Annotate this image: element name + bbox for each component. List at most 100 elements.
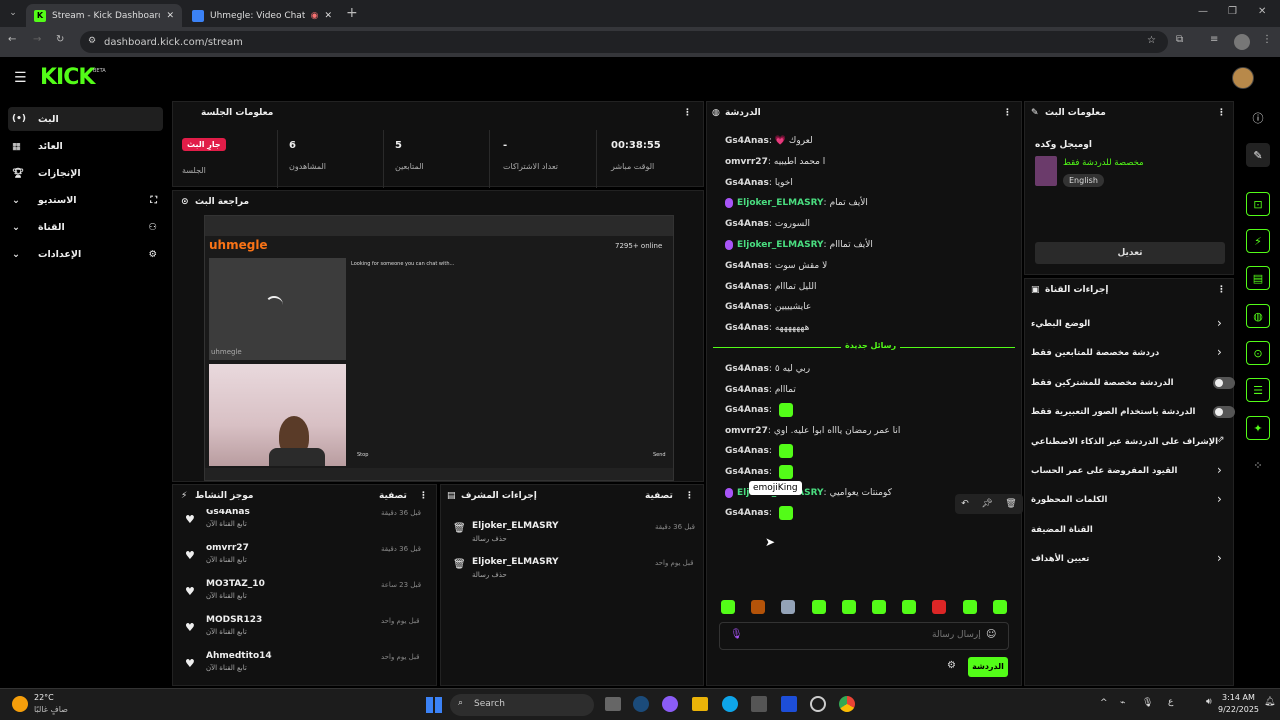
chat-input[interactable]: 🎙︎ إرسال رسالة ☺ <box>719 622 1009 650</box>
channel-action-row[interactable]: القيود المفروضة على عمر الحساب <box>1031 460 1219 482</box>
kick-logo[interactable]: KICK <box>40 65 95 90</box>
more-icon[interactable]: ⋮ <box>419 491 428 501</box>
quick-emote-icon[interactable] <box>992 600 1007 614</box>
sidebar-item-achievements[interactable]: 🏆︎ الإنجازات <box>8 161 163 185</box>
maximize-icon[interactable]: ❐ <box>1228 6 1237 17</box>
tab-kick-dashboard[interactable]: K Stream - Kick Dashboard ✕ <box>26 4 182 27</box>
minimize-icon[interactable]: — <box>1198 6 1208 17</box>
new-tab-icon[interactable]: + <box>346 5 358 21</box>
channel-action-row[interactable]: الإشراف على الدردشة عبر الذكاء الاصطناعي <box>1031 431 1219 453</box>
chat-username[interactable]: omvrr27 <box>725 157 768 167</box>
chat-message[interactable]: Gs4Anas: السوروت <box>725 216 810 232</box>
notification-icon[interactable]: 🔔︎ <box>1264 697 1275 707</box>
layout-icon[interactable]: ☰ <box>1246 378 1270 402</box>
more-icon[interactable]: ⋮ <box>685 491 694 501</box>
pin-icon[interactable]: 📌︎ <box>981 499 992 509</box>
obs-icon[interactable] <box>810 696 826 712</box>
clock-date[interactable]: 9/22/2025 <box>1218 705 1259 714</box>
more-icon[interactable]: ⋮ <box>1217 108 1226 118</box>
activity-user[interactable]: Gs4Anas <box>206 509 250 517</box>
quick-emote-icon[interactable] <box>751 600 766 614</box>
document-icon[interactable]: ▤ <box>1246 266 1270 290</box>
filter-button[interactable]: تصفية <box>379 491 407 501</box>
chat-message[interactable]: Gs4Anas: تمااام <box>725 382 796 398</box>
toggle-switch[interactable] <box>1213 406 1235 419</box>
channel-action-row[interactable]: الدردشة باستخدام الصور التعبيرية فقط <box>1031 401 1219 423</box>
chat-username[interactable]: Gs4Anas <box>725 178 769 188</box>
chrome-icon[interactable] <box>839 696 855 712</box>
chat-username[interactable]: Gs4Anas <box>725 323 769 333</box>
sidebar-item-channel[interactable]: ⌄ القناة ⚇ <box>8 215 163 239</box>
stream-video[interactable]: uhmegle 7295+ online uhmegle Looking for… <box>204 215 674 481</box>
volume-icon[interactable]: 🔊︎ <box>1206 697 1212 707</box>
more-menu-icon[interactable]: ⋮ <box>1262 34 1272 45</box>
chevron-right-icon[interactable]: › <box>1217 463 1222 477</box>
category-name[interactable]: مخصصة للدردشة فقط <box>1063 158 1144 168</box>
address-bar[interactable]: ⚙ dashboard.kick.com/stream ☆ <box>80 31 1168 53</box>
activity-user[interactable]: omvrr27 <box>206 543 249 553</box>
quick-emote-icon[interactable] <box>721 600 735 614</box>
chevron-right-icon[interactable]: › <box>1217 551 1222 565</box>
chat-message[interactable]: Gs4Anas: <box>725 443 793 459</box>
wrench-icon[interactable]: ✦ <box>1246 416 1270 440</box>
mod-user[interactable]: Eljoker_ELMASRY <box>472 521 559 531</box>
chat-message[interactable]: omvrr27: ا محمد اطيبيه <box>725 154 825 170</box>
chat-username[interactable]: Gs4Anas <box>725 405 769 415</box>
profile-avatar[interactable] <box>1234 34 1250 50</box>
more-icon[interactable]: ⋮ <box>683 108 692 118</box>
weather-icon[interactable] <box>12 696 28 712</box>
quick-emote-icon[interactable] <box>932 600 947 614</box>
file-explorer-icon[interactable] <box>692 697 708 711</box>
site-info-icon[interactable]: ⚙ <box>88 36 96 46</box>
user-avatar[interactable] <box>1232 67 1254 89</box>
input-language[interactable]: ع <box>1168 697 1173 707</box>
chat-message[interactable]: Gs4Anas: ربي ليه ٥ <box>725 361 810 377</box>
chat-message[interactable]: Eljoker_ELMASRY: الأيف تمااام <box>725 237 873 253</box>
quick-emote-icon[interactable] <box>781 600 796 614</box>
quick-emote-icon[interactable] <box>841 600 856 614</box>
chat-username[interactable]: Gs4Anas <box>725 446 769 456</box>
back-icon[interactable]: ← <box>8 34 16 45</box>
mod-user[interactable]: Eljoker_ELMASRY <box>472 557 559 567</box>
close-icon[interactable]: ✕ <box>324 11 332 21</box>
tray-chevron-icon[interactable]: ^ <box>1100 698 1108 708</box>
copilot-icon[interactable] <box>662 696 678 712</box>
taskbar-search[interactable]: ⌕ Search <box>450 694 594 716</box>
quick-emote-icon[interactable] <box>902 600 917 614</box>
tab-uhmegle[interactable]: Uhmegle: Video Chat | Ome ◉ ✕ <box>184 4 340 27</box>
pencil-icon[interactable]: ✎ <box>1246 143 1270 167</box>
chat-message[interactable]: Gs4Anas: اخويا <box>725 175 793 191</box>
clock-time[interactable]: 3:14 AM <box>1222 693 1255 702</box>
chat-username[interactable]: Eljoker_ELMASRY <box>737 198 824 208</box>
chat-message[interactable]: Gs4Anas: لا مقش سوت <box>725 258 827 274</box>
channel-action-row[interactable]: الدردشة مخصصة للمشتركين فقط <box>1031 372 1219 394</box>
windows-start-icon[interactable] <box>426 697 442 713</box>
chat-message[interactable]: Gs4Anas: الليل تمااام <box>725 279 817 295</box>
sidebar-item-revenue[interactable]: ▦ العائد <box>8 134 163 158</box>
chat-message[interactable]: Gs4Anas: <box>725 505 793 521</box>
chat-message[interactable]: Gs4Anas: <box>725 464 793 480</box>
store-icon[interactable] <box>751 696 767 712</box>
forward-icon[interactable]: → <box>33 34 41 45</box>
chat-username[interactable]: Gs4Anas <box>725 219 769 229</box>
chat-message[interactable]: Eljoker_ELMASRY: الأيف تمام <box>725 195 868 211</box>
activity-user[interactable]: MO3TAZ_10 <box>206 579 265 589</box>
channel-action-row[interactable]: تعيين الأهداف <box>1031 548 1219 570</box>
reload-icon[interactable]: ↻ <box>56 34 64 45</box>
chat-username[interactable]: Eljoker_ELMASRY <box>737 240 824 250</box>
info-icon[interactable]: ⓘ <box>1246 106 1270 130</box>
bolt-icon[interactable]: ⚡︎ <box>1246 229 1270 253</box>
chevron-right-icon[interactable]: › <box>1217 492 1222 506</box>
quick-emote-icon[interactable] <box>811 600 826 614</box>
grid-add-icon[interactable]: ⁘ <box>1246 453 1270 477</box>
quick-emote-icon[interactable] <box>872 600 886 614</box>
chat-username[interactable]: omvrr27 <box>725 426 768 436</box>
chat-bubble-icon[interactable]: ◍ <box>1246 304 1270 328</box>
hamburger-menu-icon[interactable]: ☰ <box>14 70 27 86</box>
chat-send-button[interactable]: الدردشة <box>968 657 1008 677</box>
chat-username[interactable]: Gs4Anas <box>725 364 769 374</box>
network-icon[interactable]: ⌁ <box>1120 698 1125 708</box>
chat-settings-icon[interactable]: ⚙ <box>947 660 956 671</box>
chevron-right-icon[interactable]: › <box>1217 316 1222 330</box>
chat-message[interactable]: Gs4Anas: لعروك 💗 <box>725 133 813 149</box>
